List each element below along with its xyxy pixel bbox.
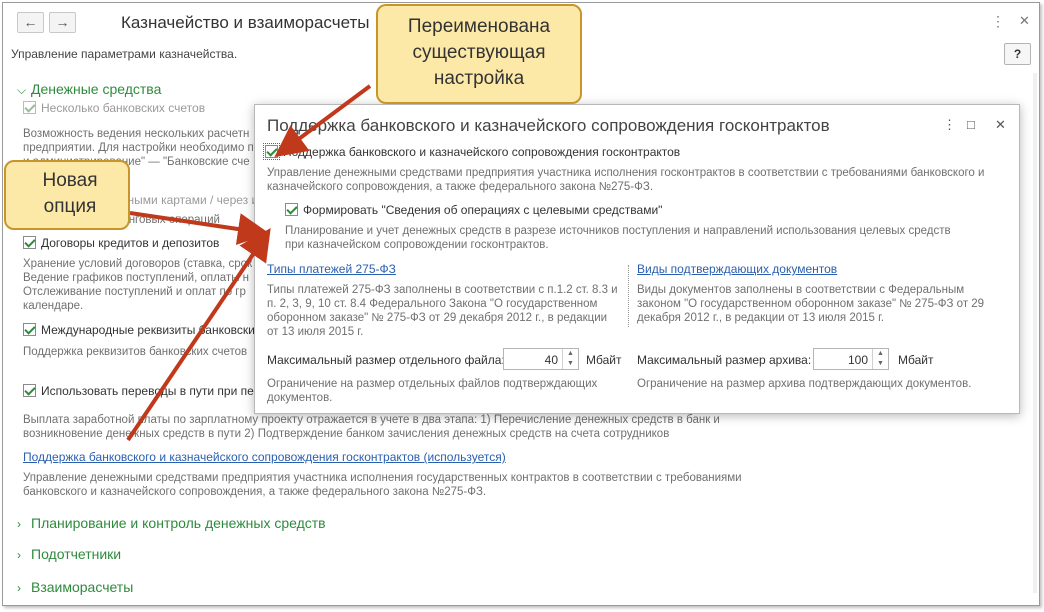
callout-new-option: Новая опция: [4, 160, 130, 230]
arrow-to-renamed: [274, 84, 372, 158]
arrow-to-new-option: [129, 211, 270, 245]
arrow-from-link: [126, 228, 271, 442]
callout-renamed: Переименована существующая настройка: [376, 4, 582, 104]
